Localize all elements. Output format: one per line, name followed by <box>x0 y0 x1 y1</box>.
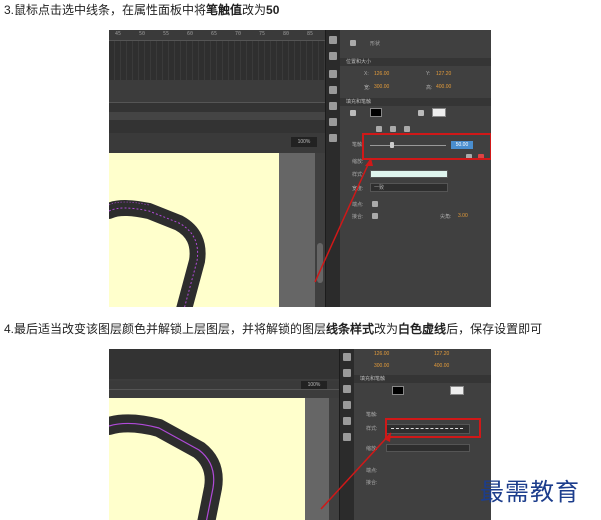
annotation-arrow <box>314 157 373 283</box>
annotation-arrow <box>320 432 392 510</box>
step4-text-suffix: 后，保存设置即可 <box>446 322 543 336</box>
watermark-logo: 最需教育 <box>480 478 580 506</box>
step4-text-bold2: 白色虚线 <box>398 322 447 336</box>
screenshot-step3: 45 50 55 60 65 70 75 80 85 100% 形状 位置和大小… <box>109 30 491 307</box>
step3-text-bold2: 50 <box>266 3 280 17</box>
step3-instruction: 3.鼠标点击选中线条，在属性面板中将笔触值改为50 <box>4 2 279 18</box>
step4-text-prefix: 4.最后适当改变该图层颜色并解锁上层图层，并将解锁的图层 <box>4 322 327 336</box>
step3-text-mid: 改为 <box>242 3 267 17</box>
step4-text-mid: 改为 <box>374 322 399 336</box>
screenshot-step4: 100% 126.00 127.20 300.00 400.00 填充和笔触 笔… <box>109 349 491 520</box>
step4-text-bold1: 线条样式 <box>326 322 375 336</box>
step4-instruction: 4.最后适当改变该图层颜色并解锁上层图层，并将解锁的图层线条样式改为白色虚线后，… <box>4 321 542 337</box>
step3-text-prefix: 3.鼠标点击选中线条，在属性面板中将 <box>4 3 207 17</box>
step3-text-bold1: 笔触值 <box>206 3 243 17</box>
